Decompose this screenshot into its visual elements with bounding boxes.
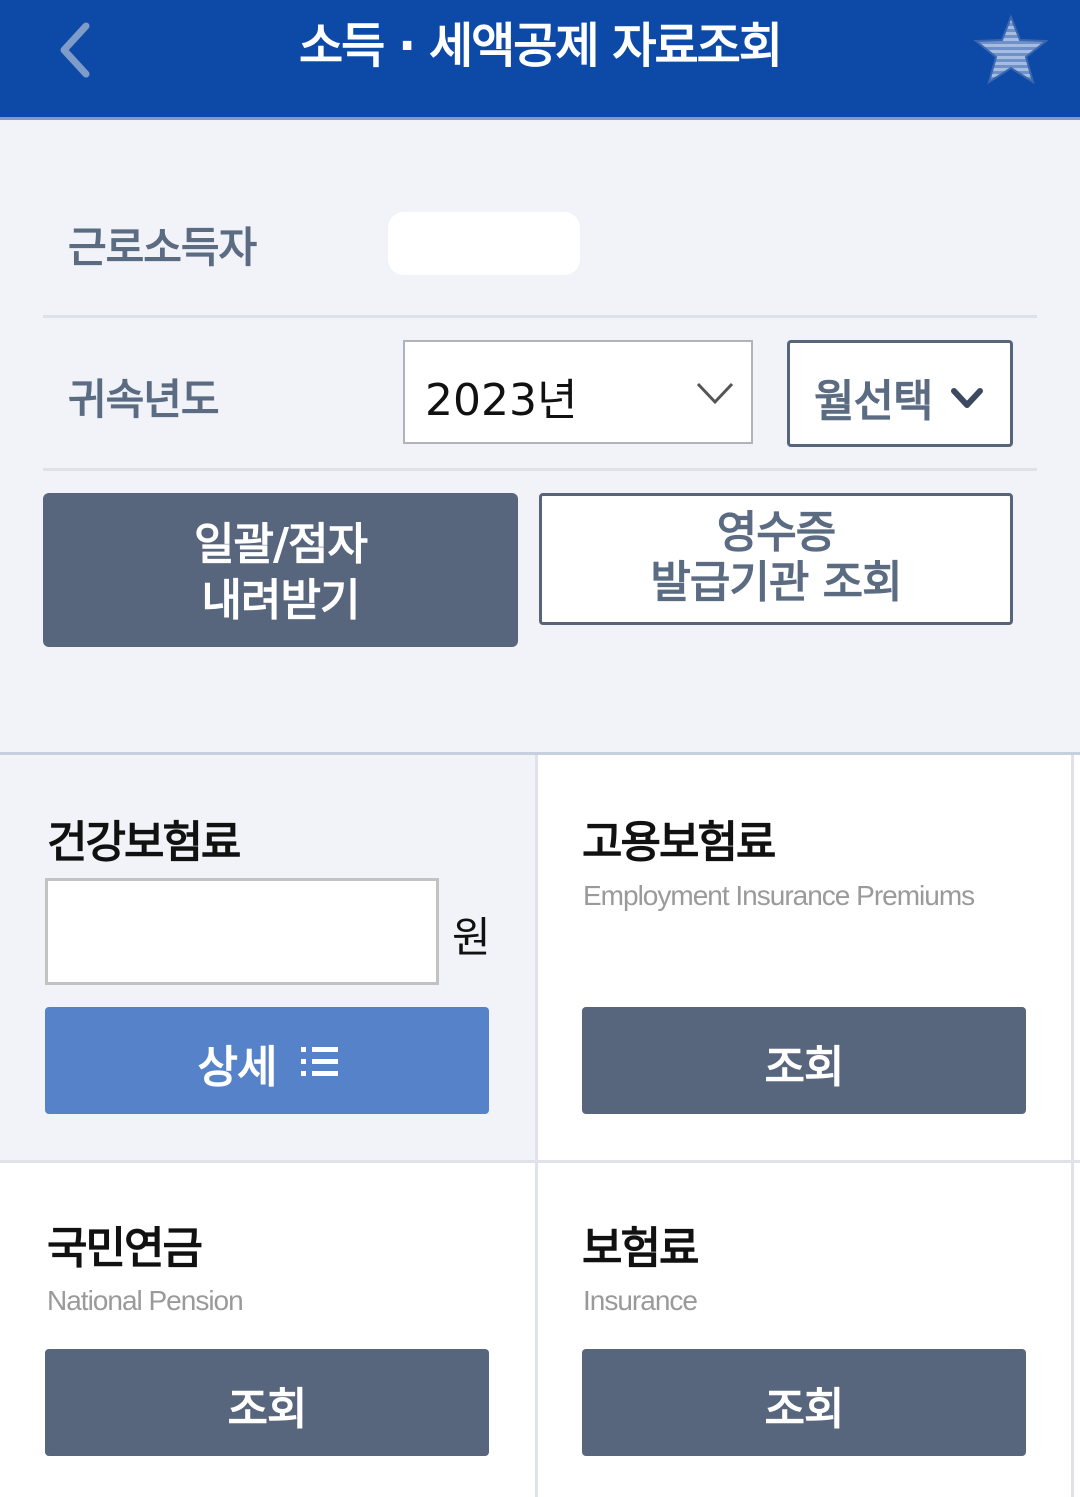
- receipt-issuer-line1: 영수증: [716, 507, 836, 558]
- page-title: 소득 · 세액공제 자료조회: [299, 18, 783, 74]
- month-select[interactable]: 월선택: [787, 340, 1013, 447]
- currency-unit: 원: [452, 913, 491, 962]
- grid-divider: [535, 755, 538, 1497]
- employment-search-label: 조회: [764, 1042, 845, 1093]
- insurance-search-label: 조회: [764, 1384, 845, 1435]
- employment-insurance-title: 고용보험료: [582, 817, 776, 868]
- health-detail-label: 상세: [197, 1042, 278, 1093]
- bulk-download-line2: 내려받기: [201, 575, 361, 626]
- insurance-search-button[interactable]: 조회: [582, 1349, 1026, 1456]
- month-select-value: 월선택: [814, 376, 933, 427]
- grid-divider: [0, 1160, 1080, 1163]
- national-pension-subtitle: National Pension: [47, 1285, 244, 1316]
- employment-search-button[interactable]: 조회: [582, 1007, 1026, 1114]
- chevron-down-icon: [695, 378, 735, 408]
- insurance-title: 보험료: [582, 1223, 699, 1274]
- receipt-issuer-line2: 발급기관 조회: [650, 557, 902, 608]
- insurance-subtitle: Insurance: [583, 1285, 698, 1316]
- health-insurance-title: 건강보험료: [47, 817, 241, 868]
- year-label: 귀속년도: [68, 375, 220, 424]
- divider: [43, 468, 1037, 471]
- pension-search-label: 조회: [227, 1384, 308, 1435]
- search-panel: 근로소득자 귀속년도 2023년 월선택 일괄/점자 내려받기 영수증 발급기관…: [0, 120, 1080, 755]
- receipt-issuer-button[interactable]: 영수증 발급기관 조회: [539, 493, 1013, 625]
- health-amount-input[interactable]: [45, 878, 439, 985]
- employment-insurance-subtitle: Employment Insurance Premiums: [583, 880, 975, 911]
- year-select[interactable]: 2023년: [403, 340, 753, 444]
- health-detail-button[interactable]: 상세: [45, 1007, 489, 1114]
- pension-search-button[interactable]: 조회: [45, 1349, 489, 1456]
- bulk-download-button[interactable]: 일괄/점자 내려받기: [43, 493, 518, 647]
- star-icon[interactable]: [972, 14, 1050, 86]
- divider: [43, 315, 1037, 318]
- national-pension-title: 국민연금: [47, 1223, 203, 1274]
- chevron-down-icon: [950, 385, 984, 413]
- taxpayer-label: 근로소득자: [68, 223, 257, 272]
- bulk-download-line1: 일괄/점자: [194, 519, 368, 570]
- year-select-value: 2023년: [425, 375, 578, 426]
- taxpayer-name-field: [388, 212, 580, 275]
- list-icon: [301, 1045, 341, 1083]
- grid-divider: [1071, 755, 1074, 1497]
- app-header: 소득 · 세액공제 자료조회: [0, 0, 1080, 120]
